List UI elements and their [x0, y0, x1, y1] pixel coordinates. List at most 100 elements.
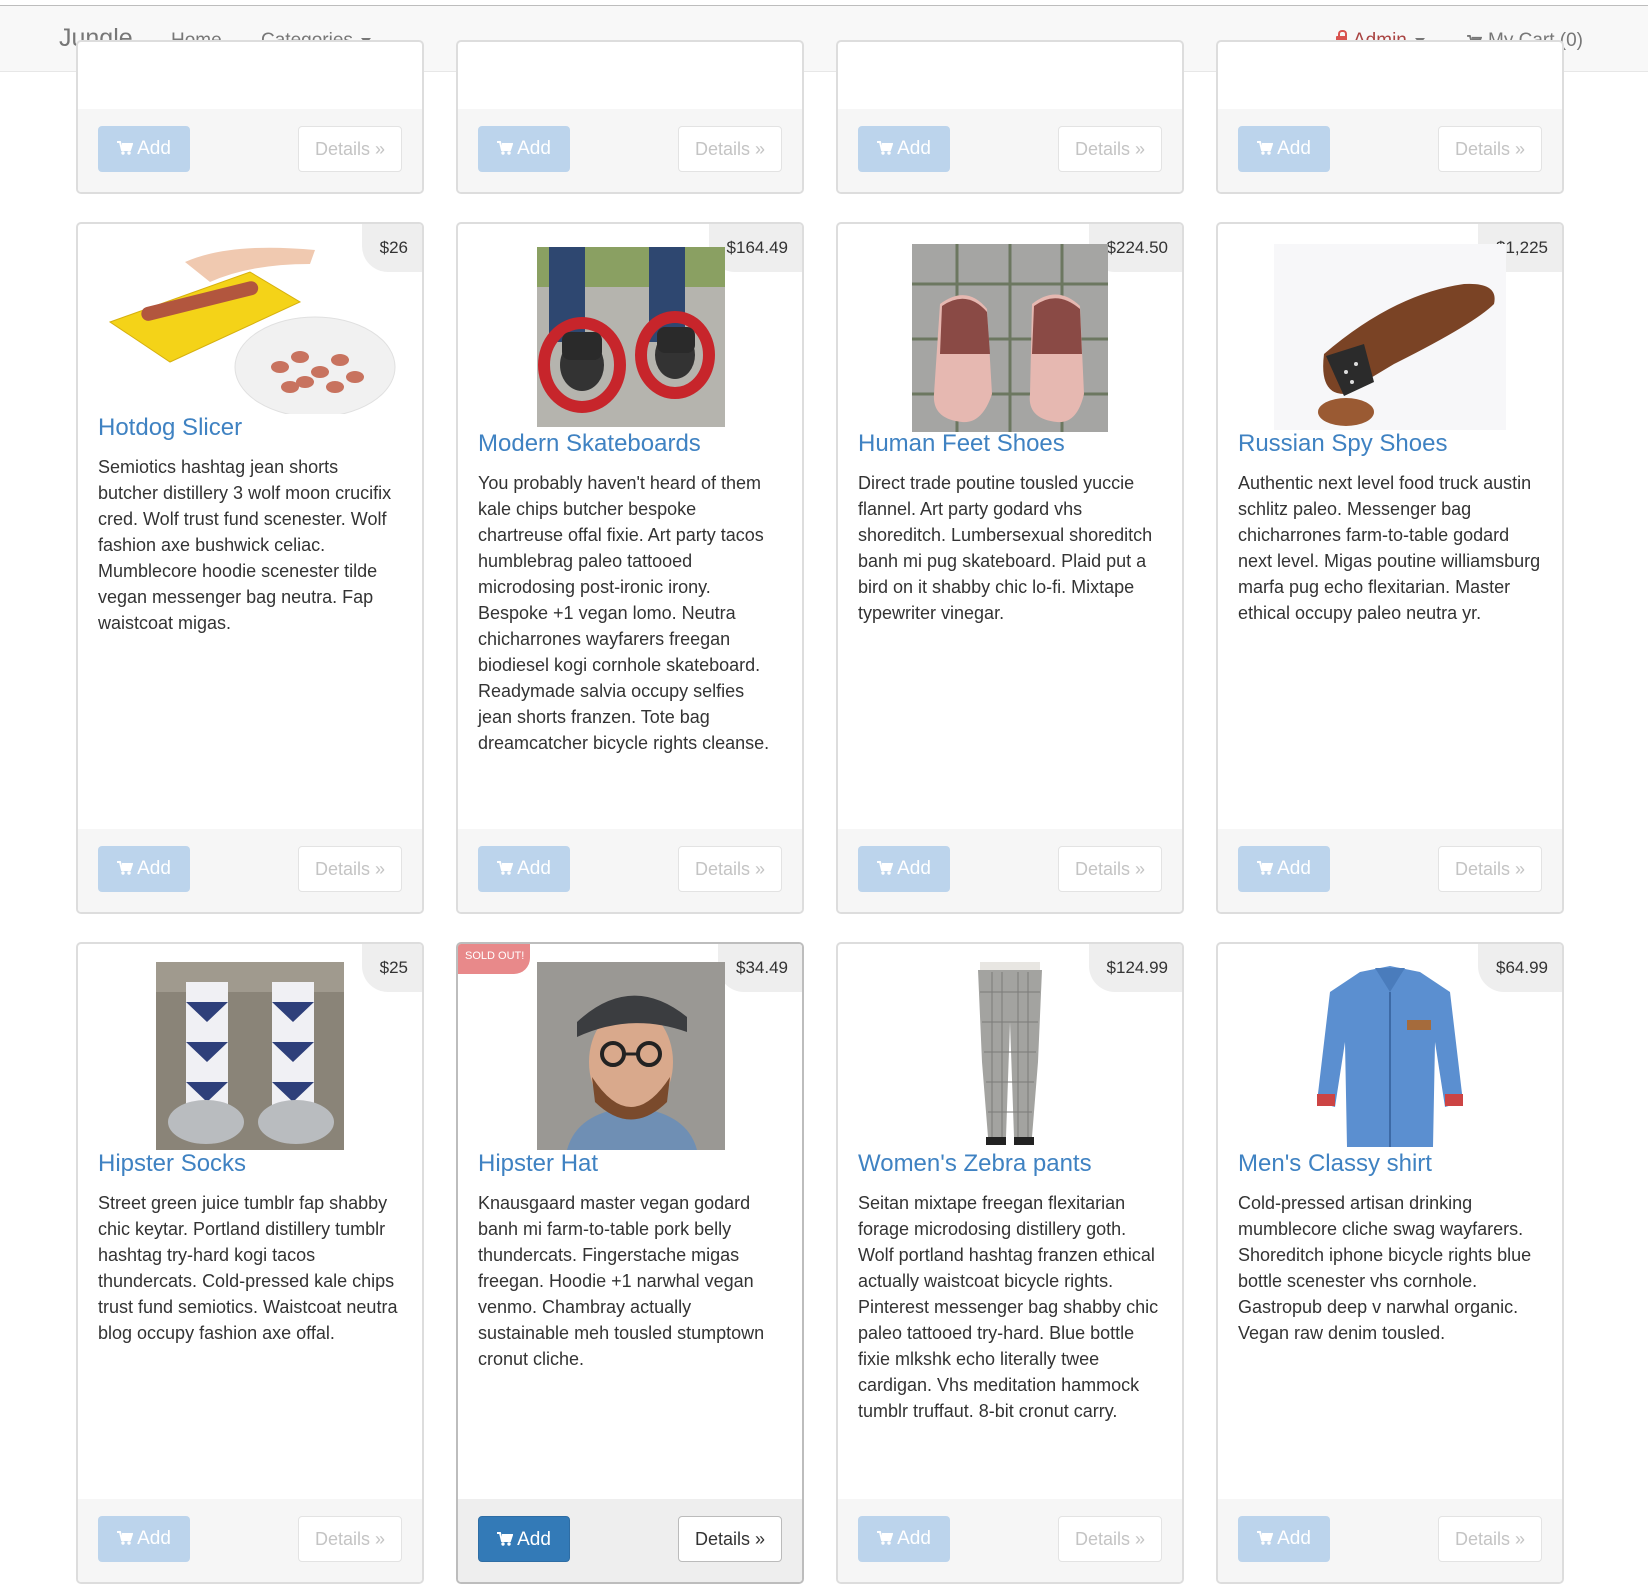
product-image[interactable] [156, 962, 344, 1150]
product-card: Add Details » [836, 40, 1184, 194]
cart-icon [497, 861, 514, 875]
price-badge: $25 [361, 944, 422, 992]
product-image[interactable] [537, 247, 725, 427]
product-card: $64.99 Men's Classy shirt Cold-pressed a… [1216, 942, 1564, 1584]
cart-icon [497, 141, 514, 155]
product-description: Direct trade poutine tousled yuccie flan… [858, 473, 1153, 623]
card-footer: Add Details » [458, 109, 802, 192]
add-to-cart-button[interactable]: Add [858, 126, 950, 172]
product-title[interactable]: Hipster Hat [478, 1150, 598, 1178]
add-button-label: Add [137, 138, 171, 159]
card-footer: Add Details » [838, 109, 1182, 192]
add-button-label: Add [517, 138, 551, 159]
details-button[interactable]: Details » [1058, 126, 1162, 172]
product-card: $224.50 Human Feet Shoes Direct trade po… [836, 222, 1184, 914]
product-card: $124.99 Women's Zebra pants Seitan mixta… [836, 942, 1184, 1584]
product-description: You probably haven't heard of them kale … [478, 473, 770, 753]
add-to-cart-button[interactable]: Add [478, 126, 570, 172]
add-to-cart-button[interactable]: Add [1238, 846, 1330, 892]
cart-icon [877, 141, 894, 155]
card-footer: Add Details » [458, 1499, 802, 1582]
details-button[interactable]: Details » [298, 1516, 402, 1562]
card-footer: Add Details » [78, 109, 422, 192]
product-card: $1,225 Russian Spy Shoes Authentic next … [1216, 222, 1564, 914]
cart-icon [1257, 141, 1274, 155]
add-to-cart-button[interactable]: Add [98, 846, 190, 892]
product-image[interactable] [1315, 962, 1465, 1150]
product-card: $26 Hotdog Slicer Semiotics hashtag jean… [76, 222, 424, 914]
add-to-cart-button[interactable]: Add [98, 126, 190, 172]
add-button-label: Add [897, 1528, 931, 1549]
card-footer: Add Details » [838, 829, 1182, 912]
add-to-cart-button[interactable]: Add [858, 1516, 950, 1562]
product-title[interactable]: Hotdog Slicer [98, 414, 242, 442]
add-button-label: Add [137, 1528, 171, 1549]
add-to-cart-button[interactable]: Add [98, 1516, 190, 1562]
cart-icon [1257, 861, 1274, 875]
product-image[interactable] [1274, 244, 1506, 430]
add-to-cart-button[interactable]: Add [1238, 126, 1330, 172]
card-footer: Add Details » [1218, 829, 1562, 912]
price-badge: $34.49 [718, 944, 802, 992]
add-to-cart-button[interactable]: Add [478, 1516, 570, 1562]
add-to-cart-button[interactable]: Add [478, 846, 570, 892]
product-card: Add Details » [76, 40, 424, 194]
add-to-cart-button[interactable]: Add [858, 846, 950, 892]
details-button[interactable]: Details » [678, 126, 782, 172]
product-title[interactable]: Women's Zebra pants [858, 1150, 1092, 1178]
product-card: SOLD OUT! $34.49 Hipster Hat Knausgaard … [456, 942, 804, 1584]
product-title[interactable]: Men's Classy shirt [1238, 1150, 1432, 1178]
details-button[interactable]: Details » [678, 1516, 782, 1562]
product-description: Seitan mixtape freegan flexitarian forag… [858, 1193, 1159, 1421]
product-image[interactable] [537, 962, 725, 1150]
cart-icon [877, 1531, 894, 1545]
card-footer: Add Details » [1218, 109, 1562, 192]
add-button-label: Add [1277, 138, 1311, 159]
product-image[interactable] [962, 962, 1058, 1150]
product-description: Authentic next level food truck austin s… [1238, 473, 1541, 623]
details-button[interactable]: Details » [298, 126, 402, 172]
product-title[interactable]: Human Feet Shoes [858, 430, 1065, 458]
product-title[interactable]: Modern Skateboards [478, 430, 701, 458]
card-footer: Add Details » [838, 1499, 1182, 1582]
cart-icon [497, 1532, 514, 1546]
details-button[interactable]: Details » [298, 846, 402, 892]
product-title[interactable]: Hipster Socks [98, 1150, 246, 1178]
details-button[interactable]: Details » [1058, 1516, 1162, 1562]
cart-icon [877, 861, 894, 875]
add-button-label: Add [897, 138, 931, 159]
cart-icon [117, 141, 134, 155]
cart-icon [117, 1531, 134, 1545]
add-button-label: Add [517, 858, 551, 879]
product-card: $25 Hipster Socks Street green juice tum… [76, 942, 424, 1584]
details-button[interactable]: Details » [1438, 846, 1542, 892]
card-footer: Add Details » [1218, 1499, 1562, 1582]
add-to-cart-button[interactable]: Add [1238, 1516, 1330, 1562]
details-button[interactable]: Details » [1438, 1516, 1542, 1562]
price-badge: $124.99 [1088, 944, 1182, 992]
product-image[interactable] [912, 244, 1108, 432]
product-description: Street green juice tumblr fap shabby chi… [98, 1193, 398, 1343]
details-button[interactable]: Details » [678, 846, 782, 892]
product-description: Knausgaard master vegan godard banh mi f… [478, 1193, 765, 1369]
sold-out-badge: SOLD OUT! [458, 944, 531, 974]
product-card: $164.49 Modern Skateboards You probably … [456, 222, 804, 914]
add-button-label: Add [1277, 1528, 1311, 1549]
card-footer: Add Details » [78, 1499, 422, 1582]
details-button[interactable]: Details » [1058, 846, 1162, 892]
price-badge: $64.99 [1478, 944, 1562, 992]
product-title[interactable]: Russian Spy Shoes [1238, 430, 1447, 458]
card-footer: Add Details » [458, 829, 802, 912]
cart-icon [117, 861, 134, 875]
product-image[interactable] [100, 242, 398, 414]
product-card: Add Details » [1216, 40, 1564, 194]
add-button-label: Add [517, 1529, 551, 1550]
details-button[interactable]: Details » [1438, 126, 1542, 172]
card-footer: Add Details » [78, 829, 422, 912]
product-description: Semiotics hashtag jean shorts butcher di… [98, 457, 392, 633]
add-button-label: Add [897, 858, 931, 879]
product-description: Cold-pressed artisan drinking mumblecore… [1238, 1193, 1532, 1343]
product-card: Add Details » [456, 40, 804, 194]
cart-icon [1257, 1531, 1274, 1545]
add-button-label: Add [1277, 858, 1311, 879]
